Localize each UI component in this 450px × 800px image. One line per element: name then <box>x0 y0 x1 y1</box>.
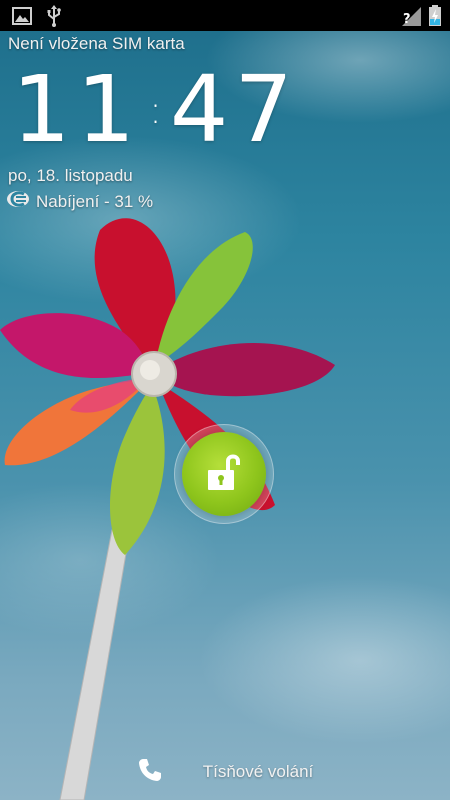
clock-hours: 11 <box>12 56 142 163</box>
unlock-padlock-icon <box>206 452 242 497</box>
charger-plug-icon <box>6 190 30 213</box>
signal-no-sim-icon: ? <box>400 5 422 27</box>
usb-icon <box>46 4 62 27</box>
charging-status: Nabíjení - 31 % <box>6 190 153 213</box>
svg-text:?: ? <box>403 12 411 27</box>
unlock-handle[interactable] <box>174 424 274 524</box>
clock-separator: : <box>149 88 162 132</box>
status-bar: ? <box>0 0 450 31</box>
pinwheel-wallpaper-image <box>0 218 335 800</box>
sim-status-text: Není vložena SIM karta <box>8 34 185 53</box>
phone-icon <box>137 757 163 788</box>
emergency-call-label: Tísňové volání <box>202 762 314 781</box>
clock-minutes: 47 <box>169 56 299 163</box>
lockscreen-clock: 11 : 47 <box>12 62 299 158</box>
battery-charging-icon <box>428 4 442 27</box>
date-text: po, 18. listopadu <box>8 166 133 185</box>
emergency-call-button[interactable]: Tísňové volání <box>0 752 450 792</box>
image-icon <box>12 6 32 25</box>
charging-text: Nabíjení - 31 % <box>36 191 154 211</box>
